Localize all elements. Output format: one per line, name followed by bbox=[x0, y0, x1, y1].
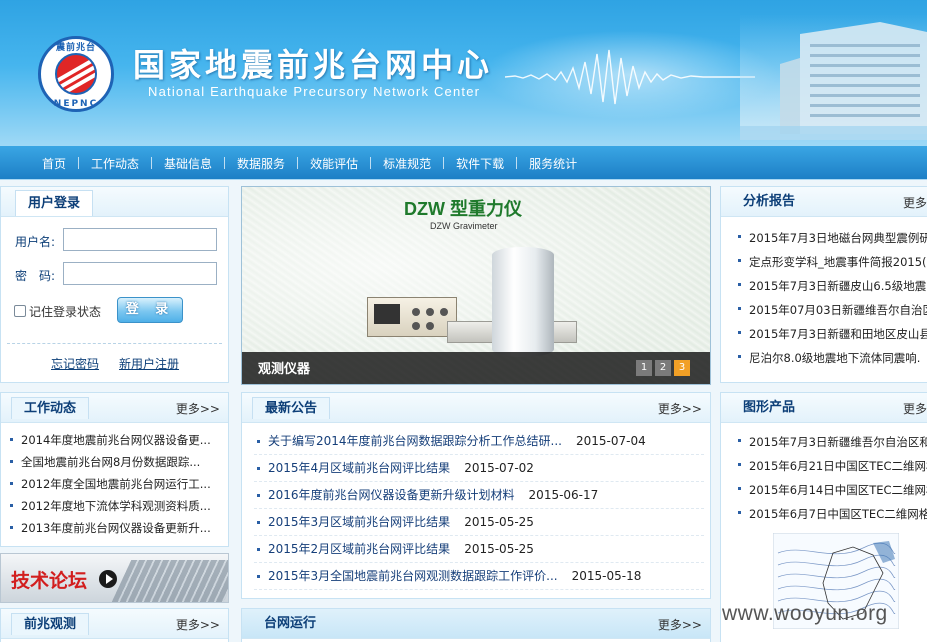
slide-page-1[interactable]: 1 bbox=[636, 360, 652, 376]
list-item[interactable]: 尼泊尔8.0级地震地下流体同震响. bbox=[735, 346, 927, 370]
analysis-list: 2015年7月3日地磁台网典型震例研 定点形变学科_地震事件简报2015( 20… bbox=[735, 226, 927, 370]
nav-work-news[interactable]: 工作动态 bbox=[79, 155, 151, 172]
remember-checkbox[interactable] bbox=[14, 305, 26, 317]
slide-product-subtitle: DZW Gravimeter bbox=[430, 221, 498, 231]
remember-label: 记住登录状态 bbox=[29, 305, 102, 319]
building-photo bbox=[740, 14, 927, 140]
graphics-more-link[interactable]: 更多 bbox=[903, 400, 927, 417]
list-item[interactable]: 2015年7月3日新疆维吾尔自治区和 bbox=[735, 430, 927, 454]
network-ops-more-link[interactable]: 更多>> bbox=[658, 616, 702, 633]
list-item[interactable]: 2015年7月3日新疆皮山6.5级地震.. bbox=[735, 274, 927, 298]
instrument-unit-image bbox=[367, 297, 457, 337]
graphics-list: 2015年7月3日新疆维吾尔自治区和 2015年6月21日中国区TEC二维网格 … bbox=[735, 430, 927, 526]
announcement-date: 2015-07-02 bbox=[464, 461, 534, 475]
announcements-list: 关于编写2014年度前兆台网数据跟踪分析工作总结研... 2015-07-04 2… bbox=[254, 428, 704, 590]
work-news-title: 工作动态 bbox=[11, 397, 90, 419]
graphics-title: 图形产品 bbox=[743, 400, 796, 415]
announcement-title: 2015年4月区域前兆台网评比结果 bbox=[268, 461, 451, 475]
slide-pager: 1 2 3 bbox=[636, 360, 690, 376]
precursor-title: 前兆观测 bbox=[11, 613, 90, 635]
announcement-title: 2015年3月全国地震前兆台网观测数据跟踪工作评价... bbox=[268, 569, 558, 583]
nav-software-download[interactable]: 软件下载 bbox=[444, 155, 516, 172]
list-item[interactable]: 2015年07月03日新疆维吾尔自治区 bbox=[735, 298, 927, 322]
precursor-panel: 前兆观测 更多>> bbox=[0, 608, 229, 642]
list-item[interactable]: 2015年6月21日中国区TEC二维网格 bbox=[735, 454, 927, 478]
nav-data-service[interactable]: 数据服务 bbox=[225, 155, 297, 172]
list-item[interactable]: 全国地震前兆台网8月份数据跟踪... bbox=[7, 451, 225, 473]
announcement-date: 2015-07-04 bbox=[575, 434, 646, 448]
username-label: 用户名: bbox=[15, 235, 56, 249]
list-item[interactable]: 2015年3月区域前兆台网评比结果 2015-05-25 bbox=[254, 509, 704, 536]
list-item[interactable]: 2014年度地震前兆台网仪器设备更... bbox=[7, 429, 225, 451]
analysis-panel: 分析报告 更多 2015年7月3日地磁台网典型震例研 定点形变学科_地震事件简报… bbox=[720, 186, 927, 383]
list-item[interactable]: 2016年度前兆台网仪器设备更新升级计划材料 2015-06-17 bbox=[254, 482, 704, 509]
list-item[interactable]: 2015年2月区域前兆台网评比结果 2015-05-25 bbox=[254, 536, 704, 563]
nav-service-stats[interactable]: 服务统计 bbox=[517, 155, 589, 172]
divider bbox=[7, 343, 222, 344]
work-news-more-link[interactable]: 更多>> bbox=[176, 400, 220, 417]
announcement-date: 2015-06-17 bbox=[528, 488, 599, 502]
announcement-date: 2015-05-25 bbox=[464, 542, 534, 556]
site-header: 震前兆台 NEPNC 国家地震前兆台网中心 National Earthquak… bbox=[0, 0, 927, 146]
list-item[interactable]: 2012年度地下流体学科观测资料质... bbox=[7, 495, 225, 517]
slide-page-2[interactable]: 2 bbox=[655, 360, 671, 376]
product-slideshow[interactable]: DZW 型重力仪 DZW Gravimeter 观测仪器 1 2 3 bbox=[241, 186, 711, 385]
nav-home[interactable]: 首页 bbox=[30, 155, 78, 172]
tech-forum-banner[interactable]: 技术论坛 bbox=[0, 553, 229, 603]
password-label: 密 码: bbox=[15, 269, 56, 283]
nav-basic-info[interactable]: 基础信息 bbox=[152, 155, 224, 172]
main-nav: 首页 工作动态 基础信息 数据服务 效能评估 标准规范 软件下载 服务统计 bbox=[0, 146, 927, 180]
site-title: 国家地震前兆台网中心 bbox=[133, 46, 494, 84]
analysis-title: 分析报告 bbox=[743, 194, 796, 209]
gravimeter-cylinder-image bbox=[492, 247, 554, 357]
network-ops-title: 台网运行 bbox=[264, 616, 317, 631]
announcements-panel: 最新公告 更多>> 关于编写2014年度前兆台网数据跟踪分析工作总结研... 20… bbox=[241, 392, 711, 599]
slide-product-title: DZW 型重力仪 bbox=[404, 199, 522, 219]
list-item[interactable]: 关于编写2014年度前兆台网数据跟踪分析工作总结研... 2015-07-04 bbox=[254, 428, 704, 455]
work-news-panel: 工作动态 更多>> 2014年度地震前兆台网仪器设备更... 全国地震前兆台网8… bbox=[0, 392, 229, 547]
logo-emblem bbox=[55, 53, 97, 95]
nav-standards[interactable]: 标准规范 bbox=[371, 155, 443, 172]
announcement-title: 2016年度前兆台网仪器设备更新升级计划材料 bbox=[268, 488, 515, 502]
forgot-password-link[interactable]: 忘记密码 bbox=[51, 355, 99, 372]
announcement-date: 2015-05-18 bbox=[571, 569, 642, 583]
announcements-more-link[interactable]: 更多>> bbox=[658, 400, 702, 417]
login-title: 用户登录 bbox=[15, 190, 94, 216]
play-icon bbox=[99, 570, 117, 588]
logo-abbrev: NEPNC bbox=[53, 99, 99, 109]
list-item[interactable]: 2012年度全国地震前兆台网运行工... bbox=[7, 473, 225, 495]
login-panel: 用户登录 用户名: 密 码: 记住登录状态 登 录 忘记密码 新用户注册 bbox=[0, 186, 229, 383]
logo-ring-text: 震前兆台 bbox=[55, 43, 96, 53]
work-news-list: 2014年度地震前兆台网仪器设备更... 全国地震前兆台网8月份数据跟踪... … bbox=[7, 429, 225, 539]
list-item[interactable]: 定点形变学科_地震事件简报2015( bbox=[735, 250, 927, 274]
analysis-more-link[interactable]: 更多 bbox=[903, 194, 927, 211]
watermark-text: www.wooyun.org bbox=[722, 602, 888, 625]
keyboard-image bbox=[110, 560, 228, 602]
announcements-title: 最新公告 bbox=[252, 397, 331, 419]
announcement-date: 2015-05-25 bbox=[464, 515, 534, 529]
list-item[interactable]: 2015年4月区域前兆台网评比结果 2015-07-02 bbox=[254, 455, 704, 482]
network-ops-panel: 台网运行 更多>> bbox=[241, 608, 711, 642]
announcement-title: 关于编写2014年度前兆台网数据跟踪分析工作总结研... bbox=[268, 434, 562, 448]
slide-page-3[interactable]: 3 bbox=[674, 360, 690, 376]
list-item[interactable]: 2015年3月全国地震前兆台网观测数据跟踪工作评价... 2015-05-18 bbox=[254, 563, 704, 590]
nav-performance[interactable]: 效能评估 bbox=[298, 155, 370, 172]
slide-caption: 观测仪器 bbox=[258, 362, 311, 377]
list-item[interactable]: 2015年7月3日新疆和田地区皮山县 bbox=[735, 322, 927, 346]
tech-forum-label: 技术论坛 bbox=[11, 570, 88, 592]
list-item[interactable]: 2015年7月3日地磁台网典型震例研 bbox=[735, 226, 927, 250]
announcement-title: 2015年3月区域前兆台网评比结果 bbox=[268, 515, 451, 529]
username-input[interactable] bbox=[63, 228, 217, 251]
list-item[interactable]: 2015年6月7日中国区TEC二维网格. bbox=[735, 502, 927, 526]
announcement-title: 2015年2月区域前兆台网评比结果 bbox=[268, 542, 451, 556]
list-item[interactable]: 2015年6月14日中国区TEC二维网格 bbox=[735, 478, 927, 502]
login-button[interactable]: 登 录 bbox=[117, 297, 183, 323]
seismic-wave-graphic bbox=[505, 49, 755, 105]
site-subtitle: National Earthquake Precursory Network C… bbox=[148, 84, 481, 99]
register-link[interactable]: 新用户注册 bbox=[119, 355, 179, 372]
site-logo[interactable]: 震前兆台 NEPNC bbox=[38, 36, 114, 112]
precursor-more-link[interactable]: 更多>> bbox=[176, 616, 220, 633]
password-input[interactable] bbox=[63, 262, 217, 285]
list-item[interactable]: 2013年度前兆台网仪器设备更新升... bbox=[7, 517, 225, 539]
